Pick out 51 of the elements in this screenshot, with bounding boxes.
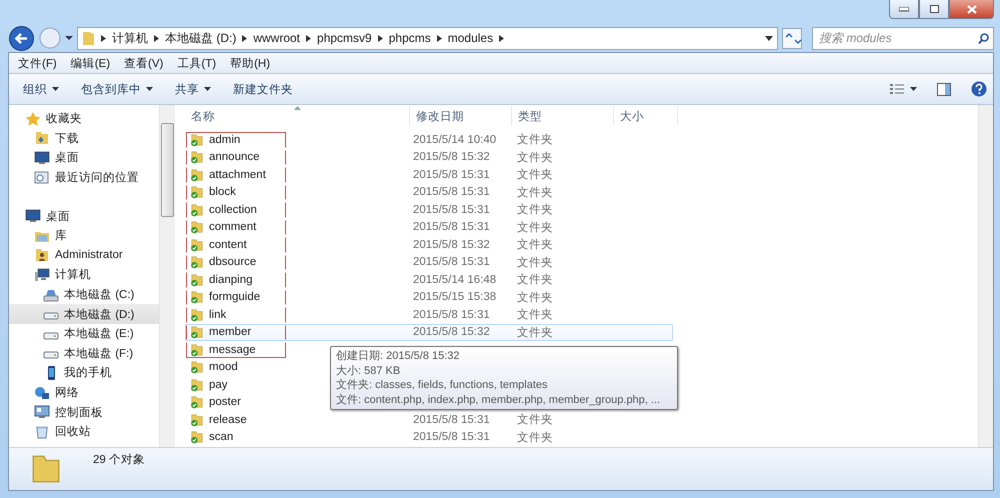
date-cell-text: 2015/5/8 15:31 <box>412 204 491 216</box>
file-name: dbsource <box>209 256 256 268</box>
date-cell-text: 2015/5/14 10:40 <box>412 134 498 146</box>
date-cell-text: 2015/5/8 15:32 <box>412 326 491 338</box>
file-name: message <box>209 344 256 356</box>
file-name: attachment <box>209 168 266 181</box>
file-name: comment <box>209 221 256 234</box>
date-cell-text: 2015/5/8 15:32 <box>412 151 491 164</box>
file-name: dianping <box>209 274 252 286</box>
date-cell-text: 2015/5/8 15:31 <box>412 186 491 198</box>
file-name: content <box>209 238 247 251</box>
type-cell-text: 文件夹 <box>516 272 554 288</box>
date-cell-text: 2015/5/8 15:31 <box>412 256 491 268</box>
type-cell-text: 文件夹 <box>516 412 554 428</box>
type-cell-text: 文件夹 <box>516 238 554 252</box>
date-cell-text: 2015/5/14 16:48 <box>412 274 498 286</box>
type-cell-text: 文件夹 <box>516 202 554 218</box>
file-name: formguide <box>209 291 260 304</box>
file-name: collection <box>209 204 257 216</box>
date-cell-text: 2015/5/8 15:31 <box>412 308 491 321</box>
item-count: 29 个对象 <box>93 452 145 467</box>
tooltip-line: 文件: content.php, index.php, member.php, member_group.php, ... <box>336 392 662 407</box>
type-cell-text: 文件夹 <box>516 326 554 340</box>
date-cell-text: 2015/5/8 15:31 <box>412 431 491 444</box>
type-cell-text: 文件夹 <box>516 256 554 270</box>
date-cell-text: 2015/5/8 15:32 <box>412 238 491 251</box>
type-cell-text: 文件夹 <box>516 186 554 200</box>
file-name: poster <box>209 396 241 408</box>
type-cell-text: 文件夹 <box>516 290 554 305</box>
file-name: admin <box>209 134 240 146</box>
file-name: release <box>209 414 247 426</box>
tooltip-line: 创建日期: 2015/5/8 15:32 <box>336 349 461 364</box>
file-name: scan <box>209 431 234 444</box>
date-cell-text: 2015/5/8 15:31 <box>412 168 491 181</box>
date-cell-text: 2015/5/8 15:31 <box>412 414 491 426</box>
type-cell-text: 文件夹 <box>516 150 554 165</box>
tooltip-line: 大小: 587 KB <box>336 364 402 378</box>
type-cell-text: 文件夹 <box>516 308 554 322</box>
tooltip-line: 文件夹: classes, fields, functions, templates <box>336 378 549 392</box>
file-name: pay <box>209 378 228 391</box>
type-cell-text: 文件夹 <box>516 168 554 182</box>
file-name: announce <box>209 151 260 164</box>
type-cell-text: 文件夹 <box>516 220 554 235</box>
file-name: block <box>209 186 236 198</box>
date-cell-text: 2015/5/8 15:31 <box>412 221 491 234</box>
file-name: mood <box>209 361 238 374</box>
date-cell-text: 2015/5/15 15:38 <box>412 291 498 304</box>
file-name: link <box>209 308 226 321</box>
file-name: member <box>209 326 252 338</box>
type-cell-text: 文件夹 <box>516 430 554 445</box>
type-cell-text: 文件夹 <box>516 132 554 148</box>
